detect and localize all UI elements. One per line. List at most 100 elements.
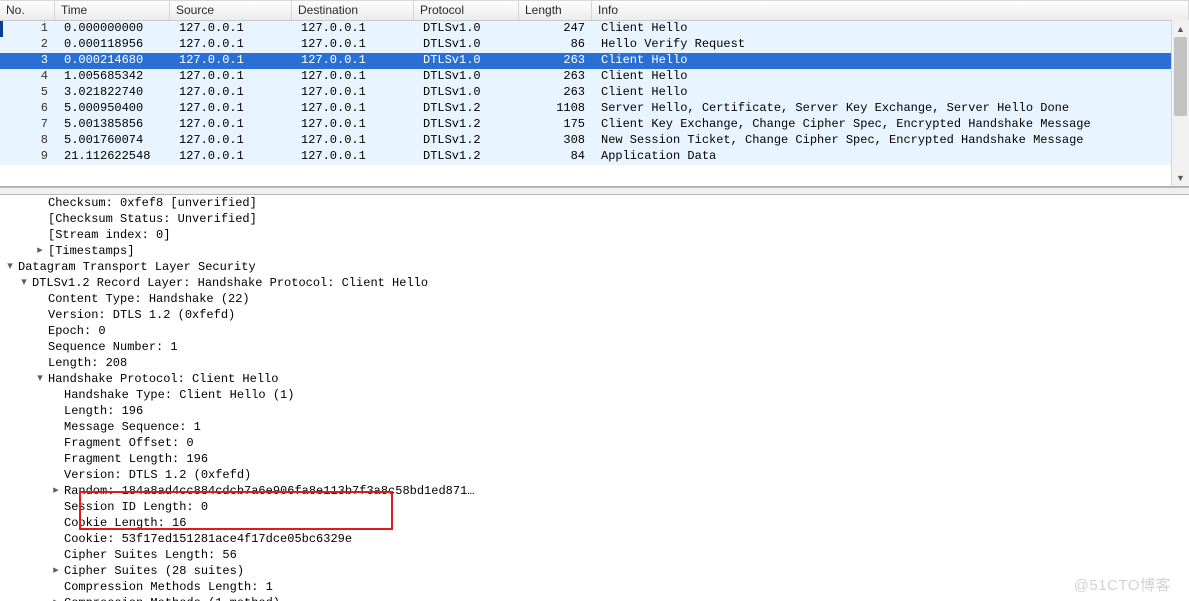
tree-line[interactable]: Message Sequence: 1 [0,419,1189,435]
tree-line[interactable]: ▸Cipher Suites (28 suites) [0,563,1189,579]
tree-line[interactable]: Length: 196 [0,403,1189,419]
expand-icon[interactable]: ▸ [50,563,62,579]
cell-prot: DTLSv1.2 [417,149,522,165]
tree-line[interactable]: ▾Datagram Transport Layer Security [0,259,1189,275]
packet-row[interactable]: 53.021822740127.0.0.1127.0.0.1DTLSv1.026… [0,85,1189,101]
cell-src: 127.0.0.1 [173,21,295,37]
cell-info: Client Hello [595,69,1189,85]
cell-no: 4 [3,69,58,85]
tree-line[interactable]: Compression Methods Length: 1 [0,579,1189,595]
collapse-icon[interactable]: ▾ [18,275,30,291]
tree-line[interactable]: ▸Compression Methods (1 method) [0,595,1189,601]
cell-no: 6 [3,101,58,117]
packet-row[interactable]: 65.000950400127.0.0.1127.0.0.1DTLSv1.211… [0,101,1189,117]
packet-details-pane: Checksum: 0xfef8 [unverified][Checksum S… [0,195,1189,601]
tree-text: Fragment Length: 196 [64,452,208,466]
tree-text: Handshake Protocol: Client Hello [48,372,278,386]
column-header-length[interactable]: Length [519,1,592,20]
packet-row[interactable]: 85.001760074127.0.0.1127.0.0.1DTLSv1.230… [0,133,1189,149]
tree-line[interactable]: ▾DTLSv1.2 Record Layer: Handshake Protoc… [0,275,1189,291]
column-header-destination[interactable]: Destination [292,1,414,20]
pane-splitter[interactable] [0,187,1189,195]
packet-scrollbar[interactable]: ▲ ▼ [1171,20,1189,186]
cell-time: 0.000118956 [58,37,173,53]
cell-info: Client Hello [595,85,1189,101]
tree-line[interactable]: Cipher Suites Length: 56 [0,547,1189,563]
packet-row[interactable]: 20.000118956127.0.0.1127.0.0.1DTLSv1.086… [0,37,1189,53]
tree-text: [Checksum Status: Unverified] [48,212,257,226]
scroll-track[interactable] [1172,37,1189,169]
tree-line[interactable]: Checksum: 0xfef8 [unverified] [0,195,1189,211]
cell-src: 127.0.0.1 [173,101,295,117]
cell-time: 5.000950400 [58,101,173,117]
cell-prot: DTLSv1.2 [417,101,522,117]
tree-line[interactable]: ▾Handshake Protocol: Client Hello [0,371,1189,387]
tree-line[interactable]: Session ID Length: 0 [0,499,1189,515]
column-header-info[interactable]: Info [592,1,1189,20]
tree-line[interactable]: Version: DTLS 1.2 (0xfefd) [0,467,1189,483]
cell-info: New Session Ticket, Change Cipher Spec, … [595,133,1189,149]
cell-time: 5.001385856 [58,117,173,133]
tree-line[interactable]: Cookie Length: 16 [0,515,1189,531]
expand-icon[interactable]: ▸ [34,243,46,259]
cell-len: 1108 [522,101,595,117]
cell-len: 308 [522,133,595,149]
packet-row[interactable]: 75.001385856127.0.0.1127.0.0.1DTLSv1.217… [0,117,1189,133]
column-header-time[interactable]: Time [55,1,170,20]
packet-row[interactable]: 30.000214680127.0.0.1127.0.0.1DTLSv1.026… [0,53,1189,69]
tree-line[interactable]: Fragment Offset: 0 [0,435,1189,451]
expand-icon[interactable]: ▸ [50,595,62,601]
collapse-icon[interactable]: ▾ [4,259,16,275]
tree-text: Cipher Suites Length: 56 [64,548,237,562]
cell-no: 1 [3,21,58,37]
cell-time: 1.005685342 [58,69,173,85]
tree-line[interactable]: Content Type: Handshake (22) [0,291,1189,307]
packet-row[interactable]: 10.000000000127.0.0.1127.0.0.1DTLSv1.024… [0,21,1189,37]
tree-text: Session ID Length: 0 [64,500,208,514]
packet-rows: 10.000000000127.0.0.1127.0.0.1DTLSv1.024… [0,21,1189,165]
cell-len: 263 [522,53,595,69]
cell-len: 263 [522,85,595,101]
cell-info: Client Key Exchange, Change Cipher Spec,… [595,117,1189,133]
tree-line[interactable]: ▸[Timestamps] [0,243,1189,259]
scroll-up-button[interactable]: ▲ [1172,20,1189,37]
cell-info: Application Data [595,149,1189,165]
tree-line[interactable]: Length: 208 [0,355,1189,371]
tree-text: Message Sequence: 1 [64,420,201,434]
scroll-thumb[interactable] [1174,37,1187,116]
cell-prot: DTLSv1.2 [417,133,522,149]
cell-src: 127.0.0.1 [173,117,295,133]
packet-list-pane: No. Time Source Destination Protocol Len… [0,0,1189,187]
tree-line[interactable]: Handshake Type: Client Hello (1) [0,387,1189,403]
tree-text: Fragment Offset: 0 [64,436,194,450]
cell-no: 7 [3,117,58,133]
cell-no: 2 [3,37,58,53]
tree-line[interactable]: ▸Random: 184a8ad4cc884cdcb7a6e906fa8e113… [0,483,1189,499]
tree-line[interactable]: Cookie: 53f17ed151281ace4f17dce05bc6329e [0,531,1189,547]
column-header-no[interactable]: No. [0,1,55,20]
tree-line[interactable]: [Checksum Status: Unverified] [0,211,1189,227]
tree-line[interactable]: Epoch: 0 [0,323,1189,339]
tree-text: Version: DTLS 1.2 (0xfefd) [48,308,235,322]
column-header-protocol[interactable]: Protocol [414,1,519,20]
packet-row[interactable]: 41.005685342127.0.0.1127.0.0.1DTLSv1.026… [0,69,1189,85]
scroll-down-button[interactable]: ▼ [1172,169,1189,186]
cell-time: 0.000214680 [58,53,173,69]
collapse-icon[interactable]: ▾ [34,371,46,387]
tree-text: Random: 184a8ad4cc884cdcb7a6e906fa8e113b… [64,484,474,498]
cell-src: 127.0.0.1 [173,149,295,165]
tree-line[interactable]: [Stream index: 0] [0,227,1189,243]
expand-icon[interactable]: ▸ [50,483,62,499]
tree-line[interactable]: Fragment Length: 196 [0,451,1189,467]
cell-prot: DTLSv1.0 [417,21,522,37]
tree-line[interactable]: Sequence Number: 1 [0,339,1189,355]
cell-info: Hello Verify Request [595,37,1189,53]
column-header-source[interactable]: Source [170,1,292,20]
tree-line[interactable]: Version: DTLS 1.2 (0xfefd) [0,307,1189,323]
cell-dst: 127.0.0.1 [295,37,417,53]
cell-no: 3 [3,53,58,69]
packet-row[interactable]: 921.112622548127.0.0.1127.0.0.1DTLSv1.28… [0,149,1189,165]
cell-time: 21.112622548 [58,149,173,165]
cell-prot: DTLSv1.0 [417,53,522,69]
tree-text: Datagram Transport Layer Security [18,260,256,274]
